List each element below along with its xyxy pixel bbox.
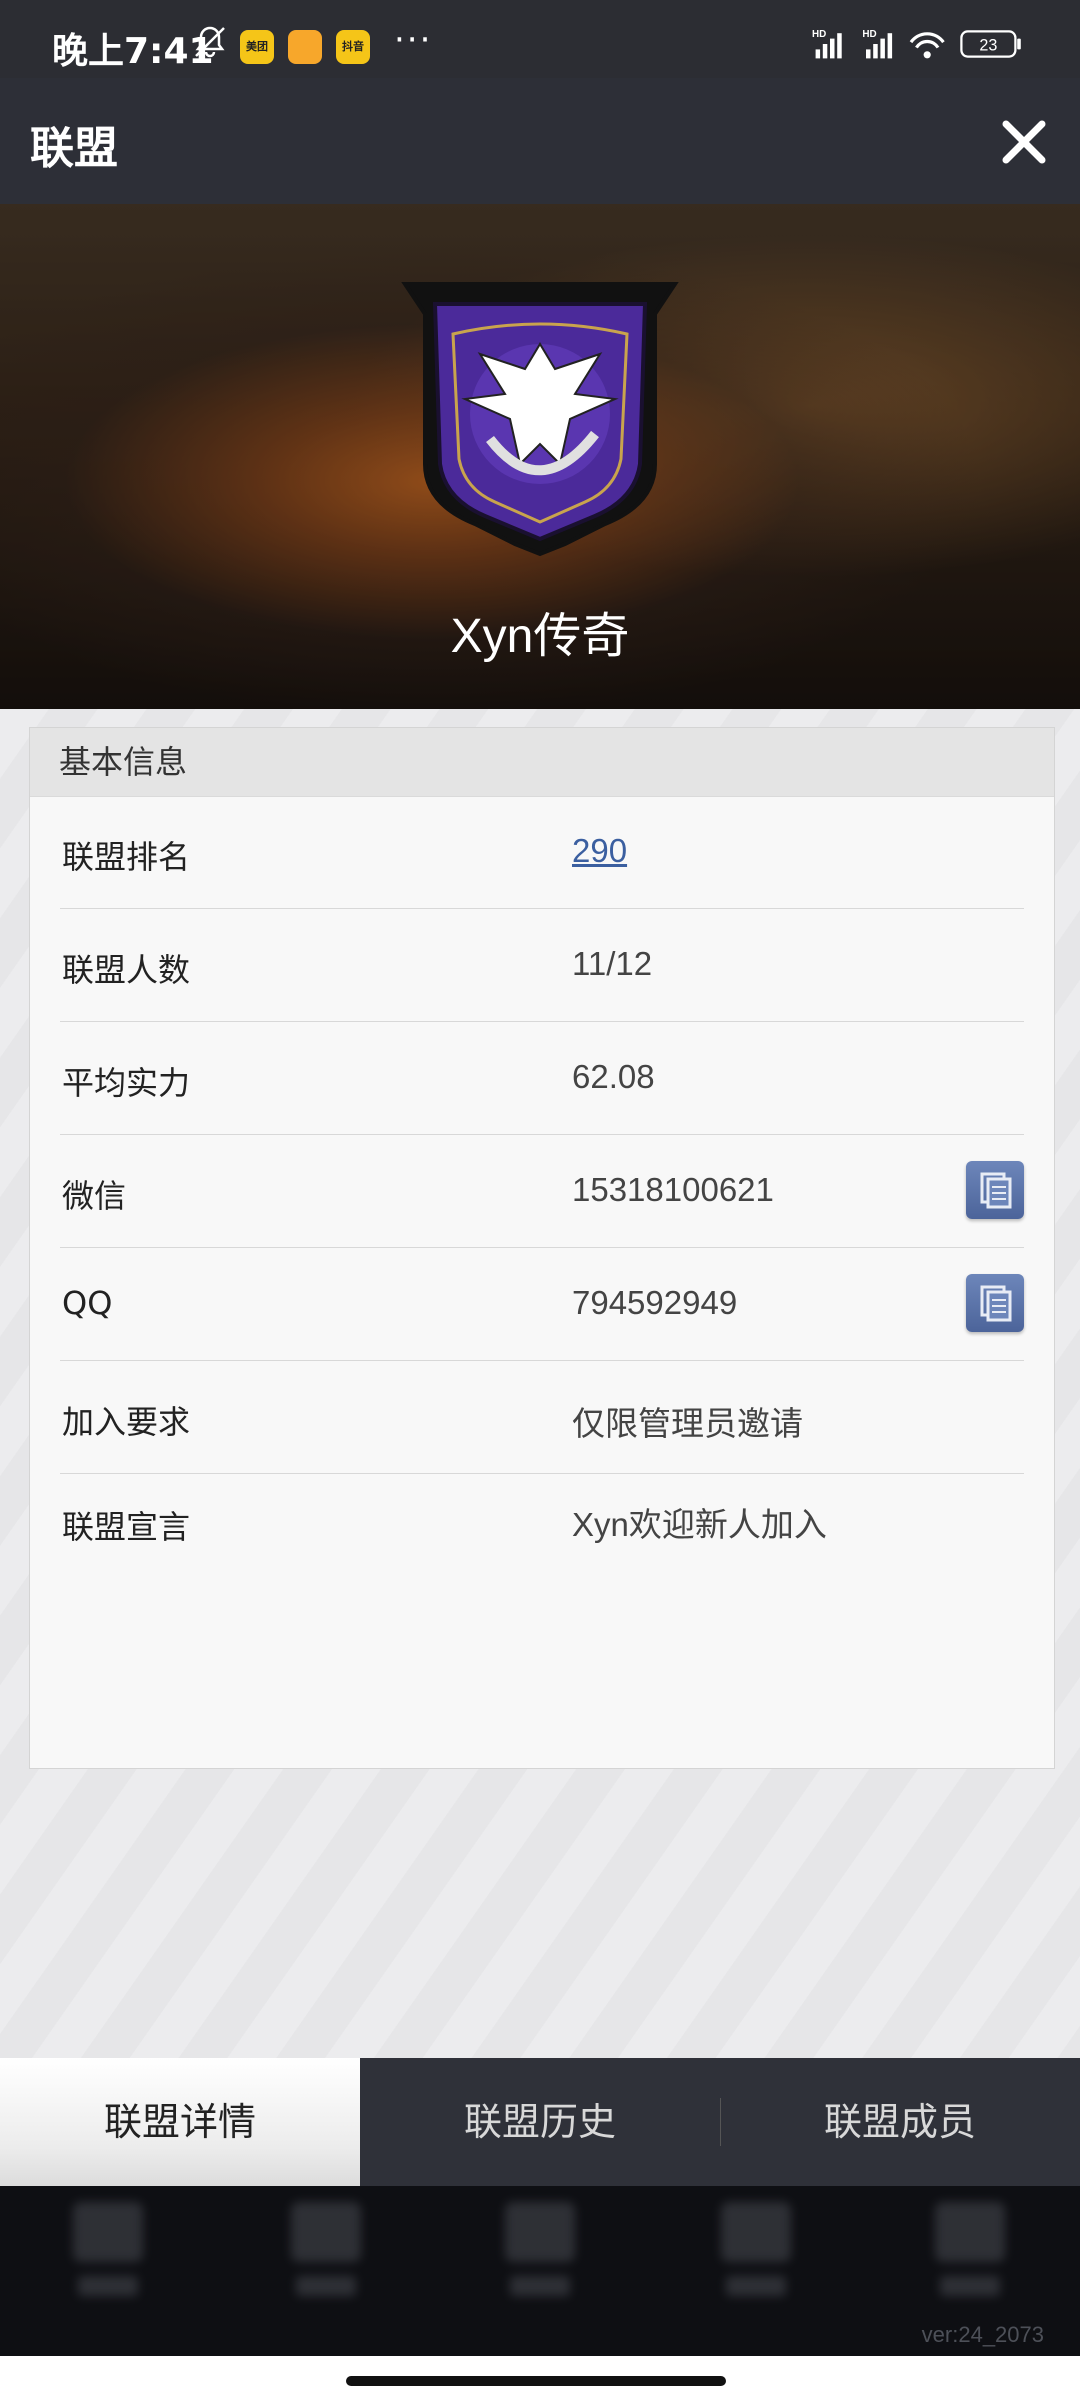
system-status-icons: HD HD 23 [812, 29, 1021, 59]
row-label: 联盟排名 [62, 838, 191, 876]
alliance-name: Xyn传奇 [450, 610, 630, 663]
row-label: 加入要求 [62, 1403, 191, 1441]
row-label: 联盟人数 [62, 951, 191, 989]
alliance-banner: Xyn传奇 [0, 204, 1080, 709]
row-qq: QQ 794592949 [60, 1248, 1024, 1361]
version-label: ver:24_2073 [921, 2322, 1044, 2347]
bell-off-icon [195, 26, 225, 58]
basic-info-panel: 基本信息 联盟排名 290 联盟人数 11/12 平均实力 62.08 微信 1… [29, 727, 1055, 1769]
row-label: 平均实力 [62, 1064, 191, 1102]
row-value: 15318100621 [572, 1171, 774, 1208]
svg-text:HD: HD [862, 29, 876, 40]
row-value: 62.08 [572, 1058, 655, 1095]
blurred-nav-icon [286, 2202, 366, 2322]
rank-link[interactable]: 290 [572, 832, 627, 870]
row-value: Xyn欢迎新人加入 [572, 1506, 827, 1543]
row-alliance-manifesto: 联盟宣言 Xyn欢迎新人加入 [60, 1474, 1024, 1586]
blurred-nav-icon [716, 2202, 796, 2322]
battery-level: 23 [979, 36, 997, 54]
svg-text:HD: HD [812, 29, 826, 40]
app-icon: 抖音 [336, 30, 370, 64]
bottom-nav-blurred: ver:24_2073 [0, 2186, 1080, 2356]
tab-alliance-members[interactable]: 联盟成员 [720, 2058, 1080, 2186]
blurred-nav-icon [930, 2202, 1010, 2322]
copy-qq-button[interactable] [966, 1274, 1024, 1332]
copy-wechat-button[interactable] [966, 1161, 1024, 1219]
notes-app-icon [288, 30, 322, 64]
status-time: 晚上7:41 [52, 31, 214, 72]
blurred-nav-icon [500, 2202, 580, 2322]
blurred-nav-icon [68, 2202, 148, 2322]
system-nav-bar [0, 2356, 1080, 2400]
tab-alliance-history[interactable]: 联盟历史 [360, 2058, 720, 2186]
more-dots-icon: ··· [394, 20, 433, 60]
app-header: 联盟 [0, 78, 1080, 204]
row-value: 仅限管理员邀请 [572, 1405, 803, 1442]
copy-icon [980, 1172, 1012, 1209]
close-icon[interactable] [994, 112, 1054, 172]
row-label: 联盟宣言 [62, 1508, 191, 1546]
row-label: 微信 [62, 1177, 127, 1215]
row-value: 11/12 [572, 945, 653, 982]
row-wechat: 微信 15318100621 [60, 1135, 1024, 1248]
tab-bar: 联盟详情 联盟历史 联盟成员 [0, 2058, 1080, 2186]
row-alliance-rank: 联盟排名 290 [60, 796, 1024, 909]
home-indicator[interactable] [346, 2376, 726, 2386]
status-bar: 晚上7:41 美团 抖音 ··· HD HD 23 [0, 0, 1080, 78]
copy-icon [980, 1285, 1012, 1322]
row-value: 794592949 [572, 1284, 738, 1321]
alliance-emblem-icon [401, 282, 679, 557]
row-member-count: 联盟人数 11/12 [60, 909, 1024, 1022]
panel-title: 基本信息 [30, 728, 1054, 797]
row-label: QQ [62, 1284, 113, 1322]
meituan-app-icon: 美团 [240, 30, 274, 64]
row-join-requirement: 加入要求 仅限管理员邀请 [60, 1361, 1024, 1474]
tab-alliance-details[interactable]: 联盟详情 [0, 2058, 360, 2186]
row-average-power: 平均实力 62.08 [60, 1022, 1024, 1135]
page-title: 联盟 [30, 123, 118, 174]
